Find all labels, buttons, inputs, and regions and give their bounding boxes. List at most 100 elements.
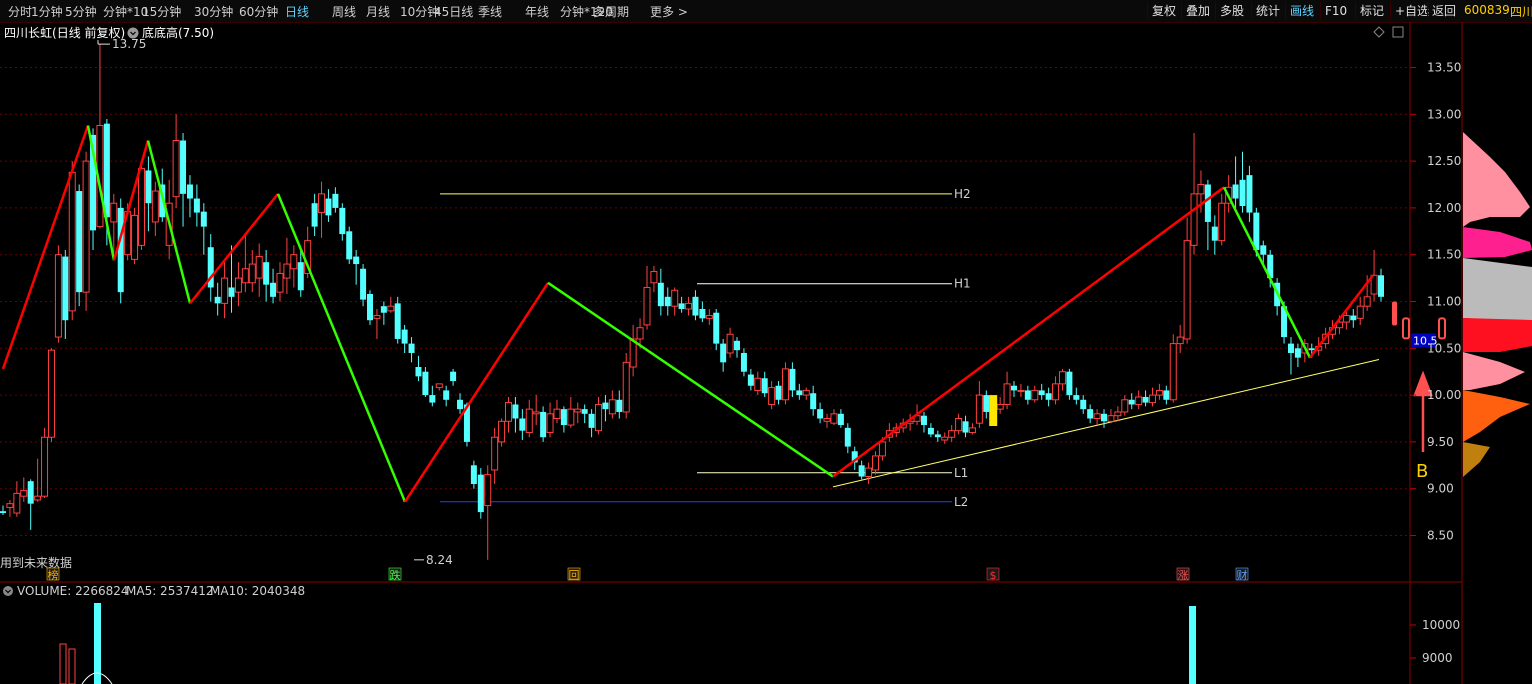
- candle: [1378, 275, 1384, 297]
- period-tab[interactable]: 45日线: [434, 3, 473, 20]
- maximize-icon[interactable]: [1392, 26, 1404, 38]
- candle: [27, 481, 34, 504]
- toolbar-button[interactable]: 复权: [1147, 2, 1180, 20]
- level-label: H1: [954, 277, 971, 291]
- candle: [1204, 184, 1211, 222]
- candle: [948, 430, 956, 438]
- period-tab[interactable]: 日线: [285, 3, 309, 20]
- candle: [186, 184, 193, 199]
- candle: [394, 303, 401, 339]
- volume-panel: VOLUME: 2266824MA5: 2537412MA10: 2040348…: [3, 584, 1460, 684]
- candle: [408, 343, 415, 353]
- candle: [214, 296, 221, 304]
- candle: [823, 418, 831, 422]
- toolbar-button[interactable]: 多股: [1215, 2, 1248, 20]
- profile-shape: [1463, 132, 1530, 227]
- candle: [339, 207, 346, 235]
- profile-shape: [1463, 390, 1530, 442]
- toolbar-button[interactable]: 画线: [1285, 2, 1318, 20]
- candle: [1080, 399, 1087, 410]
- candle: [401, 329, 408, 344]
- toolbar-button[interactable]: F10: [1320, 2, 1351, 20]
- candle: [574, 408, 582, 413]
- volume-menu-icon[interactable]: [3, 586, 13, 596]
- candle: [1294, 348, 1301, 358]
- price-marker: [1438, 317, 1446, 340]
- candle: [872, 455, 880, 471]
- candle: [450, 371, 457, 382]
- period-tab[interactable]: 30分钟: [194, 3, 233, 20]
- event-marker-label: 涨: [1178, 569, 1189, 582]
- candle: [387, 305, 395, 312]
- candle: [1211, 226, 1218, 241]
- toolbar-button[interactable]: 返回: [1427, 2, 1460, 20]
- candle: [228, 287, 235, 297]
- candle: [1246, 175, 1253, 213]
- candle: [865, 467, 873, 478]
- period-tab[interactable]: 分时: [8, 3, 32, 20]
- candle: [34, 495, 42, 501]
- zigzag-segment: [189, 193, 279, 305]
- candle: [145, 170, 152, 204]
- candle: [927, 427, 934, 435]
- candle: [470, 465, 477, 485]
- zigzag-lines: [1, 125, 1374, 503]
- candle: [1107, 415, 1115, 422]
- candle: [6, 503, 14, 508]
- candle: [512, 404, 519, 419]
- candle: [705, 315, 713, 319]
- period-tab[interactable]: 5分钟: [65, 3, 97, 20]
- candle: [76, 191, 83, 293]
- price-axis-label: 9.50: [1427, 435, 1454, 449]
- period-tab[interactable]: 60分钟: [239, 3, 278, 20]
- candle: [47, 349, 55, 438]
- volume-profile: [1463, 132, 1532, 477]
- candle: [968, 427, 976, 434]
- volume-bar: [68, 648, 76, 684]
- period-tab[interactable]: 年线: [525, 3, 549, 20]
- candle: [817, 409, 824, 419]
- candle: [1350, 315, 1357, 321]
- period-tab[interactable]: 1分钟: [31, 3, 63, 20]
- candle: [248, 263, 256, 284]
- zigzag-segment: [832, 186, 1225, 478]
- period-tab[interactable]: 更多 >: [650, 3, 688, 20]
- future-data-note: 用到未来数据: [0, 555, 72, 570]
- high-pointer: [97, 40, 110, 45]
- volume-ma5: MA5: 2537412: [126, 584, 214, 598]
- price-axis-label: 12.50: [1427, 154, 1461, 168]
- candle: [713, 312, 720, 344]
- toolbar-button[interactable]: 统计: [1251, 2, 1284, 20]
- event-marker-label: 跌: [390, 568, 401, 582]
- candle: [747, 374, 754, 386]
- price-axis-label: 11.50: [1427, 248, 1461, 262]
- candle: [1093, 413, 1101, 420]
- period-tab[interactable]: 周线: [332, 3, 356, 20]
- candle: [241, 268, 249, 284]
- candle: [726, 333, 734, 354]
- period-tab[interactable]: 15分钟: [142, 3, 181, 20]
- candle: [740, 352, 747, 372]
- candle: [20, 490, 28, 497]
- candle: [643, 286, 651, 326]
- candle: [62, 256, 69, 321]
- candle: [636, 327, 644, 340]
- diamond-icon[interactable]: [1373, 26, 1385, 38]
- volume-label: VOLUME: 2266824: [17, 584, 129, 598]
- candle: [0, 511, 6, 514]
- candle: [41, 436, 49, 497]
- toolbar-button[interactable]: 叠加: [1181, 2, 1214, 20]
- candle: [151, 190, 159, 223]
- price-axis-label: 11.00: [1427, 295, 1461, 309]
- chart-title: 四川长虹(日线 前复权): [4, 25, 125, 40]
- period-tab[interactable]: 多周期: [593, 3, 629, 20]
- toolbar-button[interactable]: 标记: [1355, 2, 1388, 20]
- candle: [110, 202, 118, 223]
- candle: [1142, 396, 1149, 403]
- candle: [283, 263, 291, 279]
- candle: [477, 474, 484, 513]
- candle: [1253, 212, 1260, 251]
- period-tab[interactable]: 月线: [366, 3, 390, 20]
- candle: [311, 203, 318, 227]
- period-tab[interactable]: 季线: [478, 3, 502, 20]
